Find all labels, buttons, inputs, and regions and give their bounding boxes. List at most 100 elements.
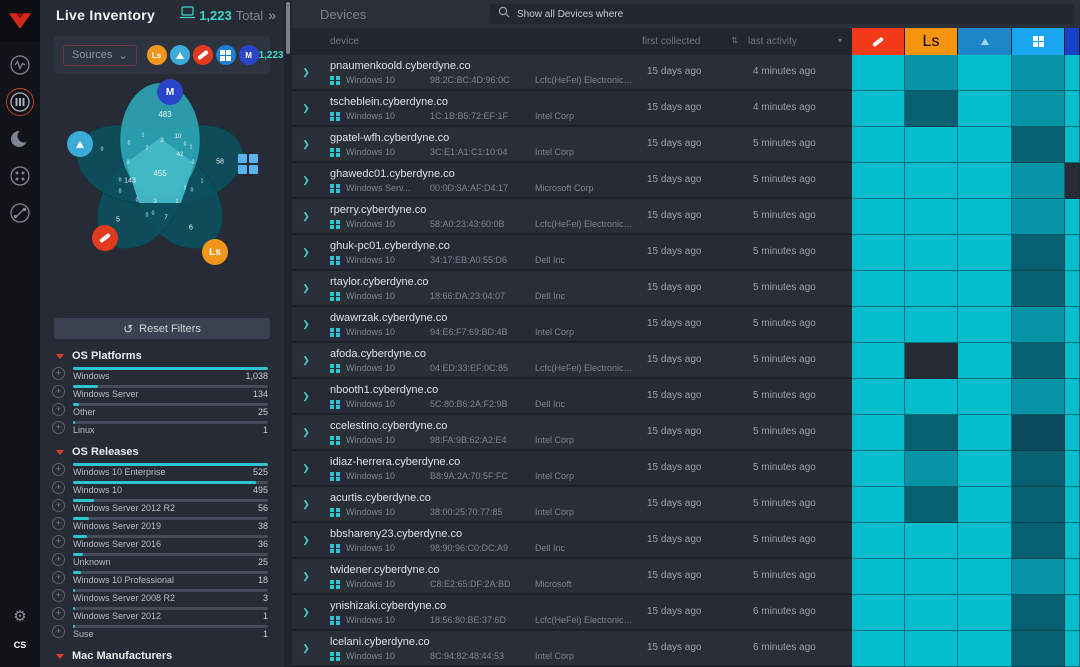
device-cell[interactable]: idiaz-herrera.cyberdyne.coWindows 10B8:9…	[320, 451, 642, 485]
row-expand-chevron-icon[interactable]: ❯	[292, 55, 320, 89]
row-expand-chevron-icon[interactable]: ❯	[292, 415, 320, 449]
table-row[interactable]: ❯twidener.cyberdyne.coWindows 10C8:E2:65…	[292, 559, 1080, 595]
filter-section-header[interactable]: OS Platforms	[40, 341, 284, 365]
device-cell[interactable]: gpatel-wfh.cyberdyne.coWindows 103C:E1:A…	[320, 127, 642, 161]
filter-item[interactable]: +Windows 10495	[40, 479, 284, 497]
filter-add-icon[interactable]: +	[52, 553, 65, 566]
filter-add-icon[interactable]: +	[52, 367, 65, 380]
filter-add-icon[interactable]: +	[52, 421, 65, 434]
table-row[interactable]: ❯ghawedc01.cyberdyne.coWindows Serv...00…	[292, 163, 1080, 199]
device-cell[interactable]: tscheblein.cyberdyne.coWindows 101C:1B:B…	[320, 91, 642, 125]
search-input[interactable]	[517, 9, 1066, 20]
settings-gear-icon[interactable]: ⚙	[13, 607, 26, 625]
reset-filters-button[interactable]: ↺ Reset Filters	[54, 318, 270, 339]
filter-add-icon[interactable]: +	[52, 535, 65, 548]
device-cell[interactable]: lcelani.cyberdyne.coWindows 108C:94:82:4…	[320, 631, 642, 665]
table-row[interactable]: ❯rperry.cyberdyne.coWindows 1058:A0:23:4…	[292, 199, 1080, 235]
device-cell[interactable]: pnaumenkoold.cyberdyne.coWindows 1098:2C…	[320, 55, 642, 89]
table-row[interactable]: ❯bbshareny23.cyberdyne.coWindows 1098:90…	[292, 523, 1080, 559]
sources-dropdown[interactable]: Sources⌄	[63, 45, 137, 66]
device-cell[interactable]: dwawrzak.cyberdyne.coWindows 1094:E6:F7:…	[320, 307, 642, 341]
triangle-source-venn-badge[interactable]	[67, 131, 93, 157]
device-cell[interactable]: ghawedc01.cyberdyne.coWindows Serv...00:…	[320, 163, 642, 197]
row-expand-chevron-icon[interactable]: ❯	[292, 163, 320, 197]
table-row[interactable]: ❯tscheblein.cyberdyne.coWindows 101C:1B:…	[292, 91, 1080, 127]
filter-add-icon[interactable]: +	[52, 481, 65, 494]
device-cell[interactable]: afoda.cyberdyne.coWindows 1004:ED:33:EF:…	[320, 343, 642, 377]
triangle-source-badge[interactable]	[170, 45, 190, 65]
filter-add-icon[interactable]: +	[52, 607, 65, 620]
filter-item[interactable]: +Other25	[40, 401, 284, 419]
table-row[interactable]: ❯idiaz-herrera.cyberdyne.coWindows 10B8:…	[292, 451, 1080, 487]
filter-item[interactable]: +Suse1	[40, 623, 284, 641]
collapse-panel-icon[interactable]: »	[268, 7, 276, 23]
sort-arrow-icon[interactable]: ▾	[838, 36, 842, 47]
table-row[interactable]: ❯afoda.cyberdyne.coWindows 1004:ED:33:EF…	[292, 343, 1080, 379]
filter-item[interactable]: +Windows Server134	[40, 383, 284, 401]
table-row[interactable]: ❯ynishizaki.cyberdyne.coWindows 1018:56:…	[292, 595, 1080, 631]
filter-item[interactable]: +Windows Server 2012 R256	[40, 497, 284, 515]
nav-threats-icon[interactable]	[6, 125, 34, 153]
filter-item[interactable]: +Windows 10 Professional18	[40, 569, 284, 587]
column-header-first-collected[interactable]: first collected ⇅	[642, 36, 748, 47]
row-expand-chevron-icon[interactable]: ❯	[292, 379, 320, 413]
windows-source-badge[interactable]	[216, 45, 236, 65]
device-cell[interactable]: twidener.cyberdyne.coWindows 10C8:E2:65:…	[320, 559, 642, 593]
nav-integrations-icon[interactable]	[6, 199, 34, 227]
device-cell[interactable]: rperry.cyberdyne.coWindows 1058:A0:23:43…	[320, 199, 642, 233]
row-expand-chevron-icon[interactable]: ❯	[292, 91, 320, 125]
fifth-source-column-header[interactable]	[1065, 28, 1080, 55]
filter-add-icon[interactable]: +	[52, 403, 65, 416]
device-cell[interactable]: bbshareny23.cyberdyne.coWindows 1098:90:…	[320, 523, 642, 557]
row-expand-chevron-icon[interactable]: ❯	[292, 343, 320, 377]
scrollbar-thumb[interactable]	[286, 2, 290, 54]
row-expand-chevron-icon[interactable]: ❯	[292, 487, 320, 521]
table-row[interactable]: ❯pnaumenkoold.cyberdyne.coWindows 1098:2…	[292, 55, 1080, 91]
mde-venn-badge[interactable]: M	[157, 79, 183, 105]
row-expand-chevron-icon[interactable]: ❯	[292, 199, 320, 233]
table-row[interactable]: ❯acurtis.cyberdyne.coWindows 1038:00:25:…	[292, 487, 1080, 523]
filter-item[interactable]: +Unknown25	[40, 551, 284, 569]
windows-source-column-header[interactable]	[1012, 28, 1065, 55]
nav-inventory-icon[interactable]	[6, 88, 34, 116]
row-expand-chevron-icon[interactable]: ❯	[292, 271, 320, 305]
user-avatar[interactable]: CS	[8, 633, 32, 657]
panel-scrollbar[interactable]	[284, 0, 292, 667]
table-row[interactable]: ❯ccelestino.cyberdyne.coWindows 1098:FA:…	[292, 415, 1080, 451]
device-search-bar[interactable]	[490, 4, 1074, 24]
filter-section-header[interactable]: Mac Manufacturers	[40, 641, 284, 665]
filter-item[interactable]: +Windows Server 2008 R23	[40, 587, 284, 605]
device-cell[interactable]: acurtis.cyberdyne.coWindows 1038:00:25:7…	[320, 487, 642, 521]
table-row[interactable]: ❯lcelani.cyberdyne.coWindows 108C:94:82:…	[292, 631, 1080, 667]
filter-add-icon[interactable]: +	[52, 385, 65, 398]
filter-item[interactable]: +Windows1,038	[40, 365, 284, 383]
row-expand-chevron-icon[interactable]: ❯	[292, 523, 320, 557]
filter-add-icon[interactable]: +	[52, 625, 65, 638]
red-slash-source-venn-badge[interactable]	[92, 225, 118, 251]
table-row[interactable]: ❯rtaylor.cyberdyne.coWindows 1018:66:DA:…	[292, 271, 1080, 307]
row-expand-chevron-icon[interactable]: ❯	[292, 631, 320, 665]
device-cell[interactable]: ynishizaki.cyberdyne.coWindows 1018:56:8…	[320, 595, 642, 629]
filter-item[interactable]: +Windows Server 201938	[40, 515, 284, 533]
lansweeper-badge[interactable]: Ls	[147, 45, 167, 65]
device-cell[interactable]: ccelestino.cyberdyne.coWindows 1098:FA:9…	[320, 415, 642, 449]
filter-item[interactable]: +Windows Server 20121	[40, 605, 284, 623]
windows-source-venn-badge[interactable]	[235, 151, 261, 177]
column-header-device[interactable]: device	[292, 36, 642, 47]
mde-badge[interactable]: M	[239, 45, 259, 65]
lansweeper-venn-badge[interactable]: Ls	[202, 239, 228, 265]
table-row[interactable]: ❯nbooth1.cyberdyne.coWindows 105C:80:B6:…	[292, 379, 1080, 415]
nav-policies-icon[interactable]	[6, 162, 34, 190]
triangle-source-column-header[interactable]	[958, 28, 1012, 55]
row-expand-chevron-icon[interactable]: ❯	[292, 127, 320, 161]
device-cell[interactable]: ghuk-pc01.cyberdyne.coWindows 1034:17:EB…	[320, 235, 642, 269]
filter-add-icon[interactable]: +	[52, 517, 65, 530]
row-expand-chevron-icon[interactable]: ❯	[292, 595, 320, 629]
filter-add-icon[interactable]: +	[52, 589, 65, 602]
row-expand-chevron-icon[interactable]: ❯	[292, 451, 320, 485]
red-slash-source-badge[interactable]	[193, 45, 213, 65]
nav-activity-icon[interactable]	[6, 51, 34, 79]
red-slash-source-column-header[interactable]	[852, 28, 905, 55]
device-cell[interactable]: rtaylor.cyberdyne.coWindows 1018:66:DA:2…	[320, 271, 642, 305]
filter-add-icon[interactable]: +	[52, 463, 65, 476]
